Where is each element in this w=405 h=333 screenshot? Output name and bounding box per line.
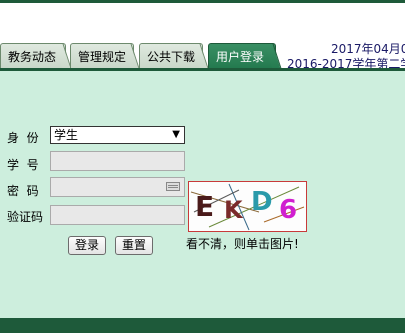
captcha-char: 6 xyxy=(279,195,298,225)
tab-regulations[interactable]: 管理规定 xyxy=(70,43,134,68)
tab-downloads-label: 公共下载 xyxy=(147,50,196,64)
tab-regulations-label: 管理规定 xyxy=(78,50,127,64)
password-label: 密 码 xyxy=(7,184,39,198)
login-button[interactable]: 登录 xyxy=(68,236,106,255)
captcha-char: E xyxy=(195,190,215,223)
captcha-input[interactable] xyxy=(50,205,185,225)
password-input[interactable] xyxy=(50,177,185,197)
identity-select-value: 学生 xyxy=(54,128,79,142)
tab-user-login-label: 用户登录 xyxy=(216,50,265,64)
identity-select[interactable]: 学生 ▼ xyxy=(50,126,185,144)
dropdown-arrow-icon: ▼ xyxy=(172,129,180,140)
identity-label: 身 份 xyxy=(7,131,39,145)
tab-downloads[interactable]: 公共下载 xyxy=(139,43,203,68)
captcha-char: K xyxy=(224,196,243,224)
captcha-hint: 看不清，则单击图片! xyxy=(186,237,299,251)
tab-news-label: 教务动态 xyxy=(8,50,57,64)
keyboard-icon[interactable] xyxy=(166,182,180,191)
captcha-char: D xyxy=(251,187,273,217)
bottom-border xyxy=(0,318,405,333)
reset-button[interactable]: 重置 xyxy=(115,236,153,255)
top-border xyxy=(0,0,405,3)
student-id-input[interactable] xyxy=(50,151,185,171)
student-id-label: 学 号 xyxy=(7,158,39,172)
tab-user-login[interactable]: 用户登录 xyxy=(208,43,276,68)
captcha-label: 验证码 xyxy=(7,210,44,224)
captcha-image[interactable]: E K D 6 xyxy=(188,181,307,232)
tab-news[interactable]: 教务动态 xyxy=(0,43,66,68)
